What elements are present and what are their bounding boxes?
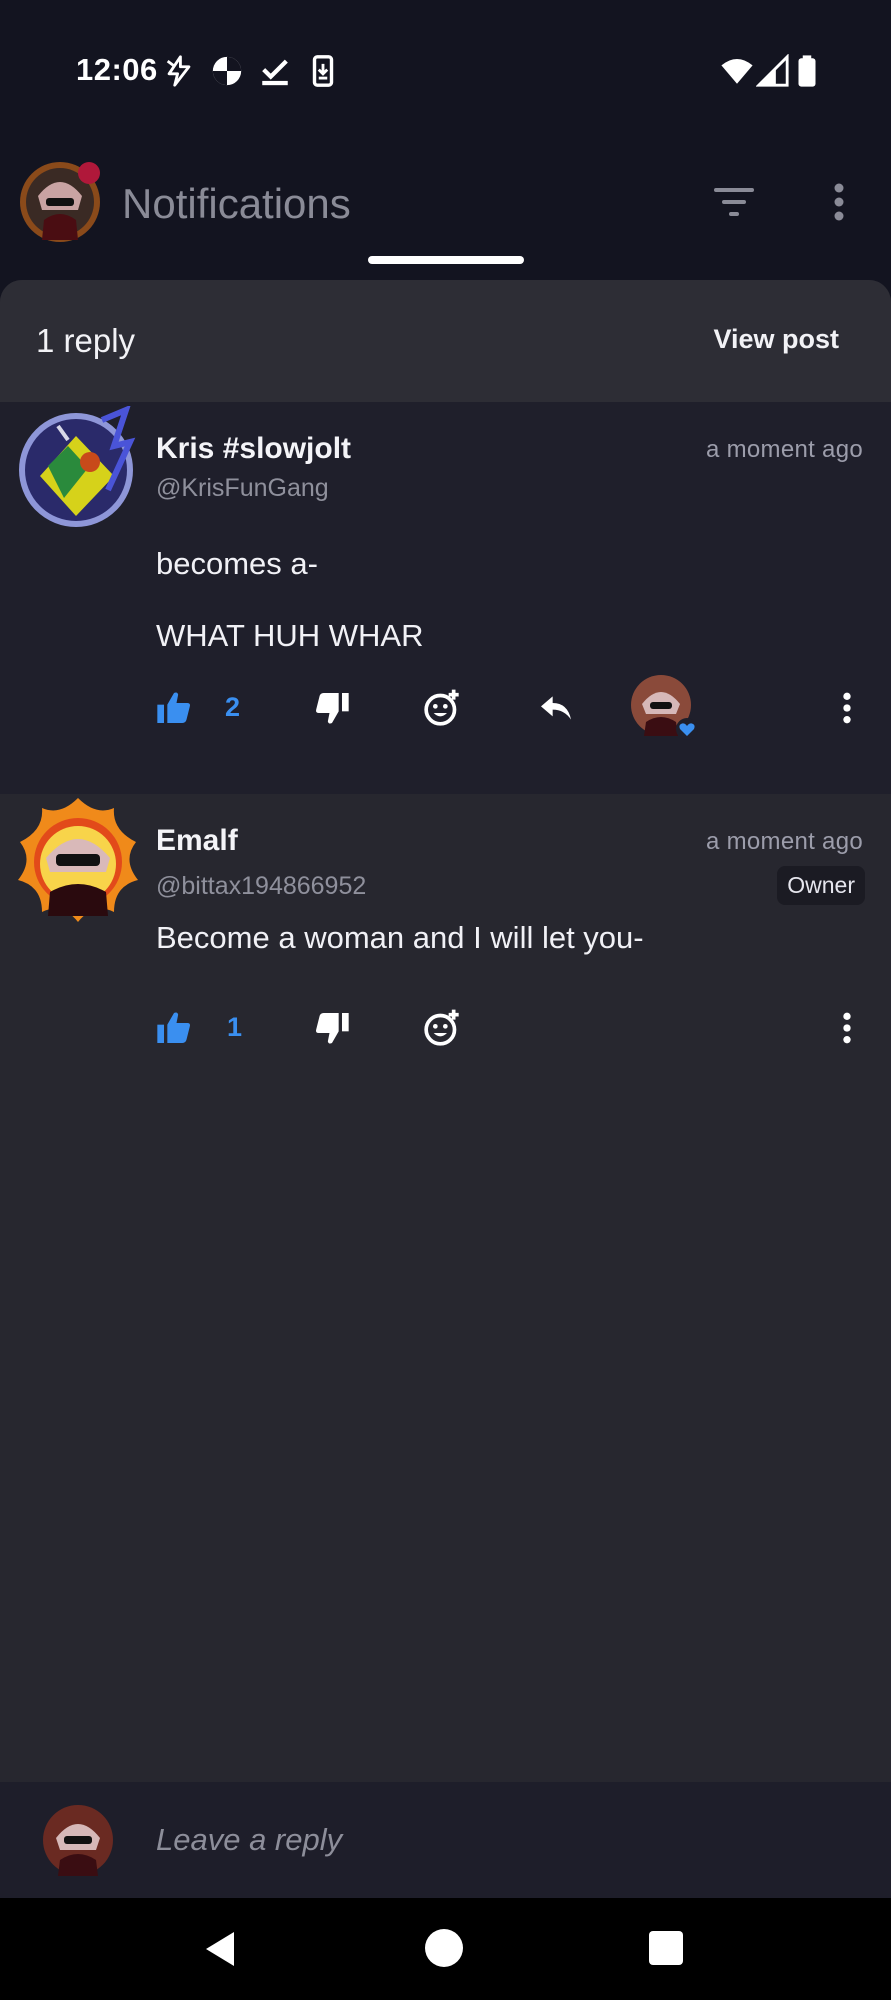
add-reaction-icon[interactable] [422, 688, 462, 728]
heart-icon [676, 718, 698, 740]
commenter-avatar[interactable] [14, 796, 142, 924]
commenter-handle[interactable]: @bittax194866952 [156, 872, 366, 901]
signal-icon [756, 54, 790, 88]
commenter-name[interactable]: Kris #slowjolt [156, 432, 351, 466]
comment-parent: Kris #slowjolt @KrisFunGang a moment ago… [0, 402, 891, 794]
app-header: Notifications [0, 140, 891, 280]
view-post-button[interactable]: View post [713, 324, 839, 355]
reply-icon[interactable] [536, 688, 576, 728]
comment-text-line: WHAT HUH WHAR [156, 618, 424, 653]
battery-icon [790, 54, 824, 88]
comment-text-line: Become a woman and I will let you- [156, 920, 644, 955]
more-vert-icon[interactable] [827, 1008, 867, 1048]
like-icon[interactable] [154, 688, 194, 728]
home-icon[interactable] [424, 1928, 464, 1968]
like-icon[interactable] [154, 1008, 194, 1048]
comment-timestamp: a moment ago [705, 436, 863, 463]
sheet-header: 1 reply View post [0, 280, 891, 402]
notification-dot [78, 162, 100, 184]
commenter-handle[interactable]: @KrisFunGang [156, 474, 329, 503]
status-bar: 12:06 [0, 0, 891, 140]
comment-reply: Emalf @bittax194866952 a moment ago Owne… [0, 794, 891, 1124]
filter-icon[interactable] [710, 182, 758, 222]
media-icon [210, 54, 244, 88]
reply-bar [0, 1782, 891, 1898]
flash-icon [162, 54, 196, 88]
dislike-icon[interactable] [312, 688, 352, 728]
commenter-avatar[interactable] [18, 406, 136, 528]
more-vert-icon[interactable] [818, 180, 860, 224]
download-done-icon [258, 54, 292, 88]
add-reaction-icon[interactable] [422, 1008, 462, 1048]
comment-timestamp: a moment ago [705, 828, 863, 855]
reply-count: 1 reply [36, 322, 136, 359]
owner-badge: Owner [777, 866, 865, 905]
dislike-icon[interactable] [312, 1008, 352, 1048]
commenter-name[interactable]: Emalf [156, 824, 238, 858]
system-nav-bar [0, 1898, 891, 2000]
page-title: Notifications [122, 180, 351, 227]
more-vert-icon[interactable] [827, 688, 867, 728]
comment-text-line: becomes a- [156, 546, 318, 581]
phone-download-icon [306, 54, 340, 88]
wifi-icon [720, 54, 754, 88]
status-time: 12:06 [76, 52, 158, 87]
replies-sheet: 1 reply View post Kris #slowjolt @KrisFu… [0, 280, 891, 1898]
back-icon[interactable] [200, 1928, 242, 1970]
like-count: 1 [227, 1012, 243, 1042]
like-count: 2 [225, 692, 241, 722]
recents-icon[interactable] [648, 1930, 684, 1966]
reply-input[interactable] [156, 1814, 836, 1866]
drag-handle[interactable] [368, 256, 524, 264]
avatar [42, 1804, 114, 1876]
